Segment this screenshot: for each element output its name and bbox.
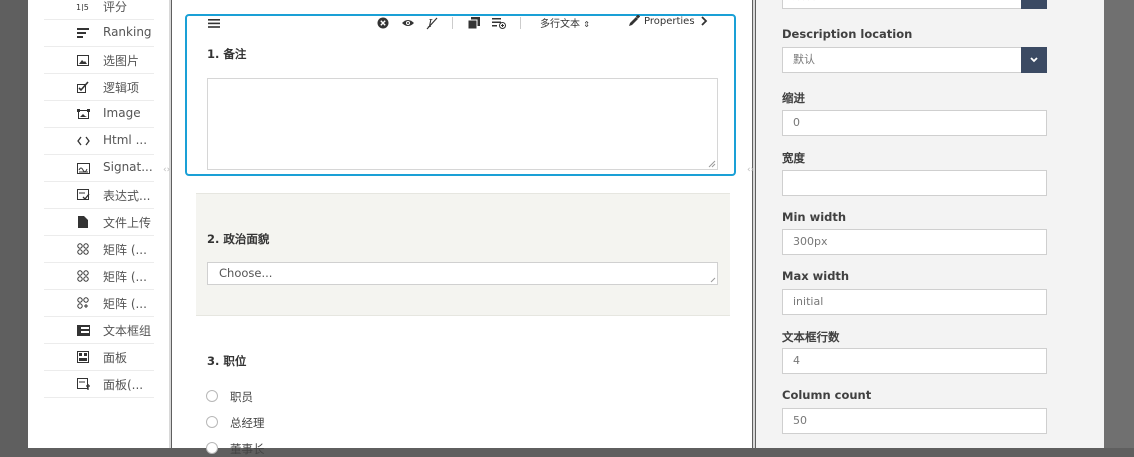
resize-grip-icon[interactable] xyxy=(708,160,716,168)
comment-textarea[interactable] xyxy=(207,78,718,170)
multiple-text-icon xyxy=(76,323,90,337)
radio-option-label: 董事长 xyxy=(230,442,265,456)
radio-option[interactable] xyxy=(206,442,218,454)
expression-icon xyxy=(76,188,90,202)
width-input[interactable] xyxy=(782,170,1047,196)
toolbox-item-label: 表达式... xyxy=(103,189,151,203)
select-value: 默认 xyxy=(793,53,815,66)
copy-icon[interactable] xyxy=(467,16,481,30)
description-location-label: Description location xyxy=(782,27,913,41)
panel-dynamic-icon xyxy=(76,377,90,391)
toolbox-item-panel[interactable] xyxy=(44,344,154,371)
toolbox-item-label: 逻辑项 xyxy=(103,81,140,95)
signature-icon xyxy=(76,161,90,175)
chevron-right-icon xyxy=(700,16,707,26)
delete-icon[interactable] xyxy=(376,16,390,30)
drag-handle-icon[interactable] xyxy=(207,16,221,30)
sort-arrows-icon: ⇕ xyxy=(583,20,590,29)
matrix-icon xyxy=(76,242,90,256)
political-status-dropdown[interactable]: Choose... xyxy=(207,262,718,285)
image-picker-icon xyxy=(76,53,90,67)
select-value: 默认 xyxy=(793,0,815,2)
question-3-title[interactable]: 3. 职位 xyxy=(207,353,246,369)
min-width-input[interactable]: 300px xyxy=(782,229,1047,255)
width-label: 宽度 xyxy=(782,151,805,165)
panel-icon xyxy=(76,350,90,364)
max-width-label: Max width xyxy=(782,269,850,283)
rating-icon: 1|5 xyxy=(76,0,90,13)
toolbox-item-label: 面板(... xyxy=(103,378,144,392)
toolbox-item-label: Html ... xyxy=(103,133,148,147)
indent-input[interactable]: 0 xyxy=(782,110,1047,136)
properties-label: Properties xyxy=(644,15,695,27)
min-width-label: Min width xyxy=(782,210,847,224)
file-icon xyxy=(76,215,90,229)
select-toggle-button[interactable] xyxy=(1021,0,1047,9)
image-icon xyxy=(76,107,90,121)
window-backdrop xyxy=(1104,0,1134,448)
add-to-toolbox-icon[interactable] xyxy=(491,16,507,30)
toolbox-item-label: Ranking xyxy=(103,25,152,39)
column-count-label: Column count xyxy=(782,388,872,402)
toolbox-item-label: 矩阵 (... xyxy=(103,270,147,284)
toolbox-item-label: 矩阵 (... xyxy=(103,243,147,257)
property-select-top[interactable]: 默认 xyxy=(782,0,1047,9)
visibility-eye-icon[interactable] xyxy=(400,16,416,30)
pencil-icon xyxy=(629,15,640,26)
boolean-icon xyxy=(76,80,90,94)
radio-option[interactable] xyxy=(206,390,218,402)
indent-label: 缩进 xyxy=(782,91,805,105)
dropdown-placeholder: Choose... xyxy=(219,266,273,280)
toolbox-item-label: 文件上传 xyxy=(103,216,152,230)
toolbox-item-rating[interactable] xyxy=(44,0,154,20)
html-code-icon xyxy=(76,134,90,148)
radio-option-label: 职员 xyxy=(230,390,253,404)
max-width-input[interactable]: initial xyxy=(782,289,1047,315)
radio-option[interactable] xyxy=(206,416,218,428)
toolbox-item-label: 文本框组 xyxy=(103,324,152,338)
matrix-icon xyxy=(76,296,90,310)
resize-grip-icon xyxy=(710,277,716,283)
toolbox-item-label: Signat... xyxy=(103,160,153,174)
toolbox-item-label: 选图片 xyxy=(103,54,140,68)
svg-text:1|5: 1|5 xyxy=(76,3,89,11)
properties-splitter[interactable] xyxy=(753,0,755,448)
splitter-handle-icon[interactable]: ‹› xyxy=(163,165,170,175)
question-2-container[interactable] xyxy=(196,193,730,316)
toolbar-divider xyxy=(520,17,521,29)
matrix-icon xyxy=(76,269,90,283)
description-location-select[interactable]: 默认 xyxy=(782,47,1047,73)
question-1-title[interactable]: 1. 备注 xyxy=(207,46,246,62)
column-count-input[interactable]: 50 xyxy=(782,408,1047,434)
properties-button[interactable]: Properties xyxy=(628,15,708,27)
toolbox-item-label: Image xyxy=(103,106,141,120)
chevron-down-icon xyxy=(1030,57,1038,63)
toolbar-divider xyxy=(452,17,453,29)
toolbox-item-label: 评分 xyxy=(103,0,128,14)
required-toggle-icon[interactable]: I xyxy=(425,16,439,30)
ranking-icon xyxy=(76,26,90,40)
radio-option-label: 总经理 xyxy=(230,416,265,430)
rows-input[interactable]: 4 xyxy=(782,348,1047,374)
toolbox-item-label: 面板 xyxy=(103,351,128,365)
select-toggle-button[interactable] xyxy=(1021,47,1047,73)
toolbox-item-label: 矩阵 (... xyxy=(103,297,147,311)
question-2-title[interactable]: 2. 政治面貌 xyxy=(207,231,269,247)
rows-label: 文本框行数 xyxy=(782,330,840,344)
question-type-label: 多行文本 xyxy=(540,19,580,30)
toolbox-splitter[interactable] xyxy=(169,0,171,448)
question-type-selector[interactable]: 多行文本 ⇕ xyxy=(540,15,590,30)
